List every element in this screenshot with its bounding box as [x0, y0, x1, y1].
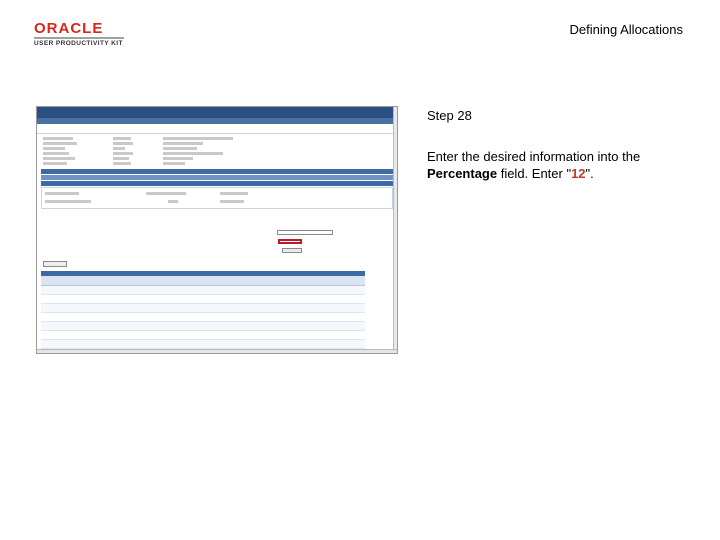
allocation-totals-panel — [41, 187, 393, 209]
table-row — [41, 322, 365, 331]
step-instruction: Enter the desired information into the P… — [427, 148, 687, 182]
section-header-bar — [41, 175, 393, 180]
table-row — [41, 340, 365, 349]
allocation-type-select[interactable] — [277, 230, 333, 235]
app-banner — [37, 107, 397, 118]
entry-value: 12 — [571, 166, 586, 181]
instruction-suffix: ". — [585, 166, 594, 181]
instruction-prefix: Enter the desired information into the — [427, 149, 641, 164]
logo-product-text: USER PRODUCTIVITY KIT — [34, 40, 123, 47]
table-row — [41, 313, 365, 322]
table-row — [41, 331, 365, 340]
table-row — [41, 286, 365, 295]
section-header-bar — [41, 169, 393, 174]
application-screenshot — [36, 106, 398, 354]
add-button[interactable] — [43, 261, 67, 267]
table-row — [41, 304, 365, 313]
vertical-scrollbar[interactable] — [393, 107, 397, 353]
logo-divider — [34, 37, 124, 39]
grid-column-headers — [41, 276, 365, 286]
logo-oracle-text: ORACLE — [34, 20, 104, 37]
allocation-lines-grid — [41, 271, 365, 349]
app-toolbar — [37, 124, 397, 131]
step-label: Step 28 — [427, 108, 472, 123]
slide-title: Defining Allocations — [569, 22, 683, 37]
table-row — [41, 295, 365, 304]
horizontal-scrollbar[interactable] — [37, 349, 397, 353]
section-header-bar — [41, 181, 393, 186]
field-name: Percentage — [427, 166, 498, 181]
upk-logo: ORACLE USER PRODUCTIVITY KIT — [34, 20, 124, 47]
allocate-button[interactable] — [282, 248, 302, 253]
instruction-middle: field. Enter " — [497, 166, 572, 181]
app-header-info — [37, 134, 397, 168]
percentage-input-highlight[interactable] — [278, 239, 302, 244]
